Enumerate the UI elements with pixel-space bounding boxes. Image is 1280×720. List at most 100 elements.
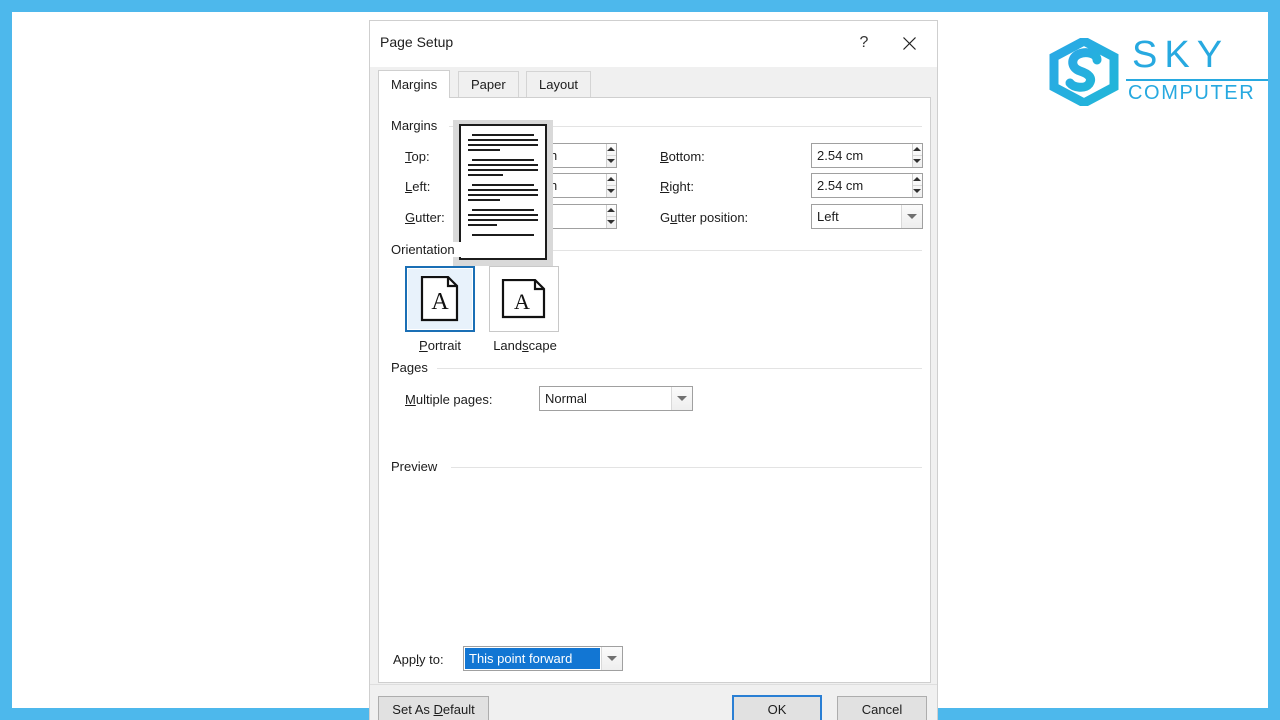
right-margin-decrement-button[interactable] (913, 186, 922, 198)
preview-line (472, 134, 534, 136)
left-margin-increment-button[interactable] (606, 174, 616, 186)
preview-line (468, 144, 538, 146)
logo-divider (1126, 79, 1268, 81)
label-apply-to-pre: App (393, 652, 417, 667)
help-icon-glyph: ? (859, 34, 869, 51)
multiple-pages-select[interactable]: Normal (539, 386, 693, 411)
preview-line (468, 149, 501, 151)
gutter-decrement-button[interactable] (607, 217, 616, 229)
logo-text-sky: SKY (1132, 34, 1230, 76)
label-gutter-position: Gutter position: (660, 210, 748, 225)
set-as-default-pre: Set As (392, 702, 434, 717)
chevron-down-icon (607, 656, 617, 661)
orientation-label-landscape: Landscape (475, 338, 575, 353)
page-preview-sheet (459, 124, 547, 260)
pages-group-legend: Pages (391, 360, 434, 375)
preview-line (472, 209, 534, 211)
preview-line (468, 174, 503, 176)
right-margin-spin-buttons[interactable] (911, 174, 922, 198)
tab-paper[interactable]: Paper (458, 71, 519, 97)
preview-line (468, 189, 538, 191)
top-margin-increment-button[interactable] (606, 144, 616, 156)
right-margin-input[interactable] (812, 174, 912, 197)
label-multiple-pages-rest: ultiple pages: (415, 392, 493, 407)
label-right: Right: (660, 179, 694, 194)
portrait-icon-letter: A (431, 288, 449, 315)
orientation-option-landscape[interactable]: A (489, 266, 559, 332)
label-top: Top: (405, 149, 430, 164)
label-left: Left: (405, 179, 430, 194)
right-margin-increment-button[interactable] (912, 174, 922, 186)
preview-line (468, 194, 538, 196)
left-margin-spin-buttons[interactable] (605, 174, 616, 198)
orientation-label-portrait-rest: ortrait (427, 338, 461, 353)
close-icon[interactable] (889, 27, 929, 59)
label-multiple-pages-accel: M (405, 392, 416, 407)
top-margin-decrement-button[interactable] (607, 156, 616, 168)
chevron-down-icon (677, 396, 687, 401)
apply-to-select[interactable]: This point forward (463, 646, 623, 671)
tab-layout[interactable]: Layout (526, 71, 592, 97)
preview-line (468, 164, 538, 166)
margins-tab-panel: Margins Top: Bottom: (378, 97, 931, 683)
landscape-icon-letter: A (514, 288, 530, 314)
chevron-down-icon (913, 189, 922, 194)
pages-group-rule (437, 368, 922, 369)
set-as-default-rest: efault (442, 702, 475, 717)
tab-paper-label: Paper (471, 77, 506, 92)
bottom-margin-stepper[interactable] (811, 143, 923, 168)
tab-margins[interactable]: Margins (378, 70, 451, 98)
label-bottom-accel: B (660, 149, 669, 164)
page-canvas: SKY COMPUTER Page Setup ? Margins Paper … (12, 12, 1268, 720)
label-left-rest: eft: (412, 179, 431, 194)
label-gutter-rest: utter: (415, 210, 445, 225)
set-as-default-accel: D (433, 702, 443, 717)
bottom-margin-decrement-button[interactable] (913, 156, 922, 168)
bottom-margin-increment-button[interactable] (912, 144, 922, 156)
label-gutter-position-pre: G (660, 210, 671, 225)
bottom-margin-input[interactable] (812, 144, 912, 167)
apply-to-value: This point forward (465, 648, 600, 669)
help-icon[interactable]: ? (847, 27, 881, 59)
cancel-button[interactable]: Cancel (837, 696, 927, 720)
cancel-button-label: Cancel (861, 702, 903, 717)
gutter-position-select[interactable]: Left (811, 204, 923, 229)
left-margin-decrement-button[interactable] (607, 186, 616, 198)
tab-margins-label: Margins (391, 77, 438, 92)
gutter-spin-buttons[interactable] (605, 205, 616, 229)
gutter-position-dropdown-button[interactable] (901, 205, 922, 228)
chevron-down-icon (607, 220, 616, 225)
label-top-rest: op: (411, 149, 430, 164)
orientation-option-portrait[interactable]: A (405, 266, 475, 332)
preview-group-legend: Preview (391, 459, 444, 474)
dialog-titlebar: Page Setup ? (370, 21, 937, 67)
chevron-up-icon (607, 147, 616, 152)
apply-to-dropdown-button[interactable] (601, 647, 622, 670)
label-right-rest: ight: (669, 179, 694, 194)
preview-line (468, 214, 538, 216)
label-multiple-pages: Multiple pages: (405, 392, 492, 407)
top-margin-spin-buttons[interactable] (605, 144, 616, 168)
label-apply-to-rest: y to: (419, 652, 444, 667)
set-as-default-button[interactable]: Set As Default (378, 696, 489, 720)
gutter-increment-button[interactable] (606, 205, 616, 217)
right-margin-stepper[interactable] (811, 173, 923, 198)
tab-layout-label: Layout (539, 77, 579, 92)
orientation-group-legend: Orientation (391, 242, 461, 257)
bottom-margin-spin-buttons[interactable] (911, 144, 922, 168)
sky-computer-logo: SKY COMPUTER (1042, 34, 1268, 110)
preview-line (468, 219, 538, 221)
dialog-title: Page Setup (380, 34, 454, 50)
chevron-up-icon (913, 177, 922, 182)
ok-button[interactable]: OK (732, 695, 822, 720)
hexagon-s-icon (1048, 35, 1120, 109)
portrait-page-icon: A (420, 275, 460, 322)
chevron-down-icon (913, 159, 922, 164)
logo-text-computer: COMPUTER (1128, 82, 1256, 104)
dialog-tabstrip: Margins Paper Layout (378, 70, 929, 98)
ok-button-label: OK (767, 702, 787, 717)
page-preview (453, 120, 553, 266)
chevron-down-icon (607, 159, 616, 164)
multiple-pages-dropdown-button[interactable] (671, 387, 692, 410)
preview-line (468, 169, 538, 171)
